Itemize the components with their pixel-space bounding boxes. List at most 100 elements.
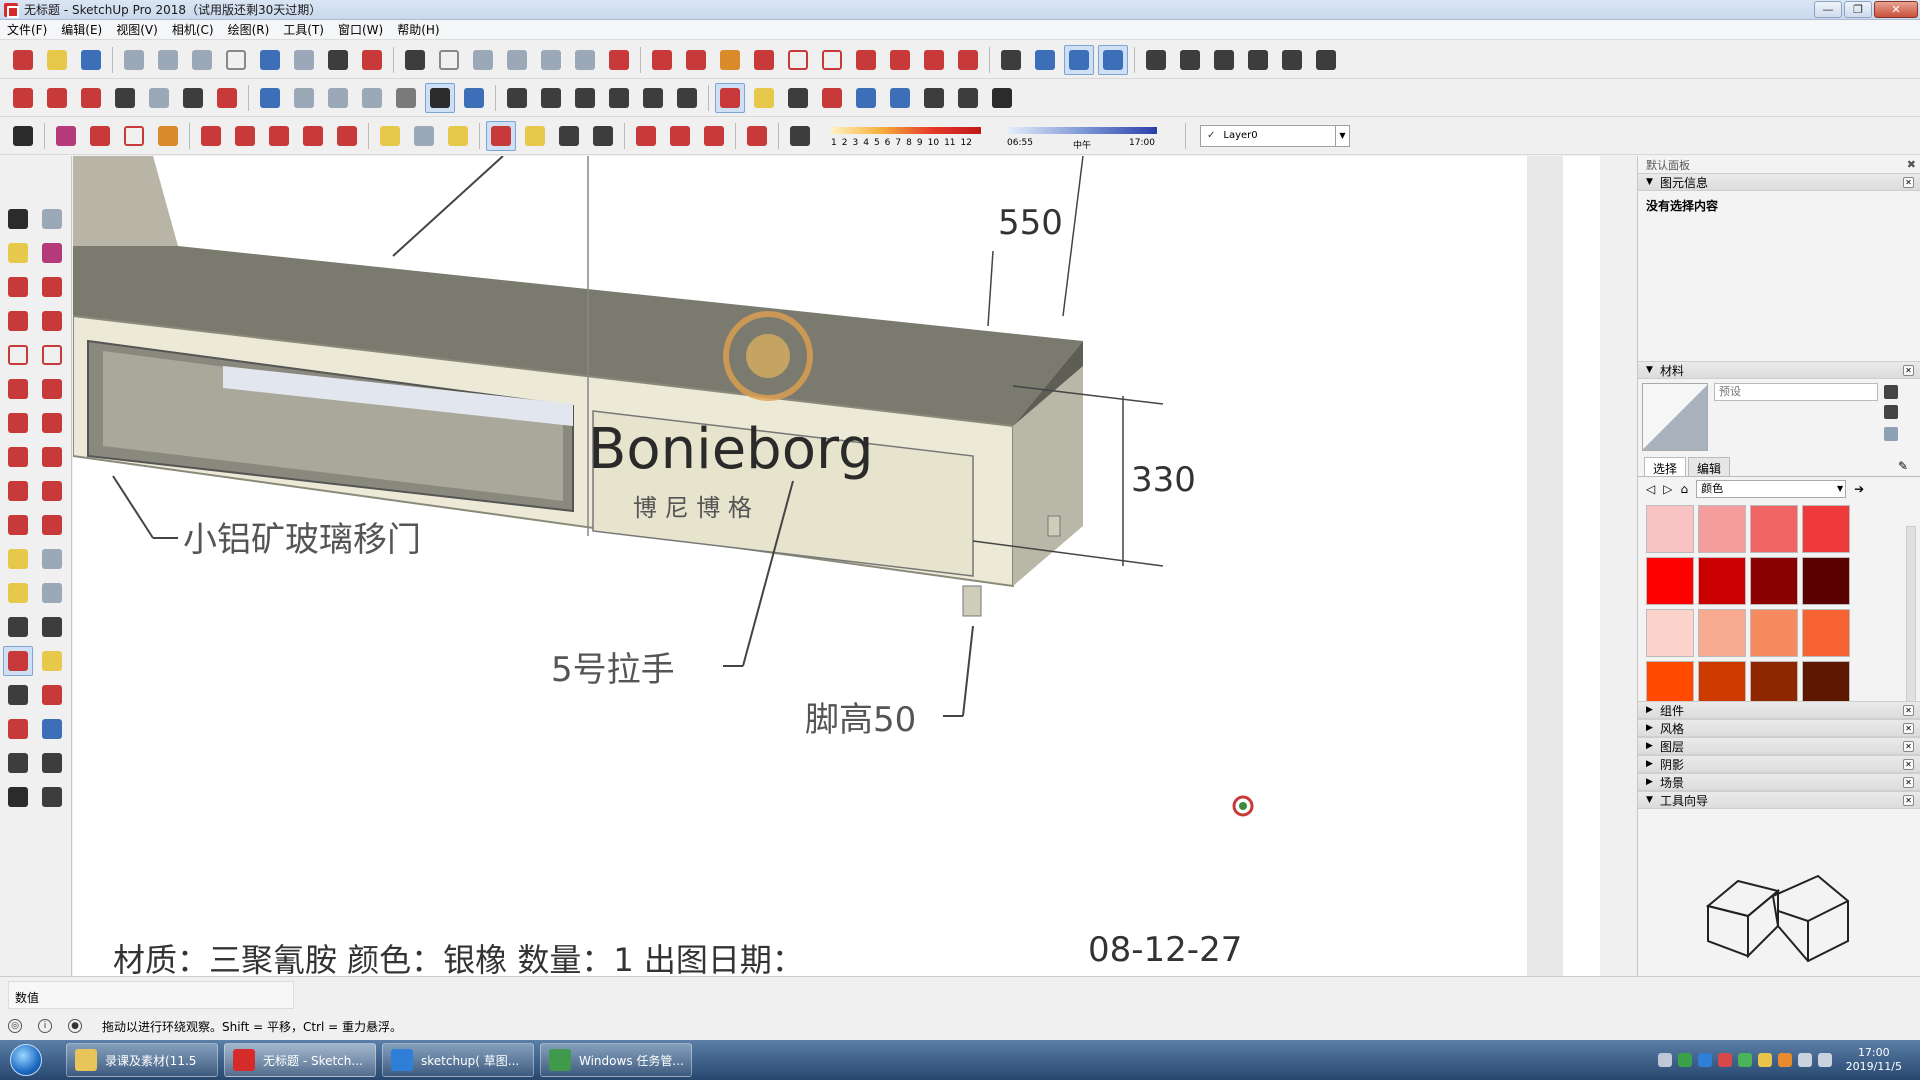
new-file-button[interactable] <box>8 45 38 75</box>
time-slider[interactable]: 06:55 中午 17:00 <box>1007 123 1167 151</box>
color-swatch[interactable] <box>1646 661 1694 701</box>
maximize-button[interactable]: ❐ <box>1844 1 1872 18</box>
position-camera-button[interactable] <box>919 83 949 113</box>
zoom-previous-tool[interactable] <box>37 714 67 744</box>
drawing-viewport[interactable]: Bonieborg 博 尼 博 格 550 330 小铝矿玻璃移门 5号拉手 脚… <box>73 156 1600 976</box>
pie-tool[interactable] <box>37 408 67 438</box>
offset-tool[interactable] <box>37 510 67 540</box>
line-tool[interactable] <box>3 272 33 302</box>
look-around-button[interactable] <box>953 83 983 113</box>
add-detail-button[interactable] <box>178 83 208 113</box>
paste-button[interactable] <box>187 45 217 75</box>
user-icon[interactable]: ● <box>68 1019 82 1033</box>
top-button[interactable] <box>536 83 566 113</box>
color-swatch[interactable] <box>1750 609 1798 657</box>
arc3-button[interactable] <box>919 45 949 75</box>
move-tool[interactable] <box>3 442 33 472</box>
taskbar-item-folder[interactable]: 录课及素材(11.5 <box>66 1043 218 1077</box>
share-button[interactable] <box>699 121 729 151</box>
pin-icon[interactable]: ✖ <box>1907 158 1916 171</box>
rectangle-tool[interactable] <box>3 306 33 336</box>
zoom-extents-tool[interactable] <box>3 714 33 744</box>
default-material-icon[interactable] <box>1884 427 1898 441</box>
zoom-extents-button[interactable] <box>851 83 881 113</box>
iso-view-button[interactable] <box>1030 45 1060 75</box>
extension-button[interactable] <box>665 121 695 151</box>
shadows-toggle-button[interactable] <box>785 121 815 151</box>
axes-tool[interactable] <box>3 612 33 642</box>
view-button-active[interactable] <box>1064 44 1094 75</box>
pan-tool[interactable] <box>37 646 67 676</box>
right-button[interactable] <box>604 83 634 113</box>
line-dropdown-button[interactable] <box>85 121 115 151</box>
arc-button[interactable] <box>851 45 881 75</box>
volume-icon[interactable] <box>1817 1053 1832 1067</box>
color-swatch[interactable] <box>1802 505 1850 553</box>
network-icon[interactable] <box>1797 1053 1812 1067</box>
close-icon[interactable]: ✕ <box>1903 704 1914 716</box>
collapsed-section-header[interactable]: ▶ 场景 ✕ <box>1638 773 1920 791</box>
rotated-rectangle-button[interactable] <box>749 45 779 75</box>
color-swatch[interactable] <box>1698 505 1746 553</box>
shape-dropdown-button[interactable] <box>153 121 183 151</box>
forward-arrow-icon[interactable]: ▷ <box>1663 482 1672 496</box>
rotated-rectangle-tool[interactable] <box>37 306 67 336</box>
zoom-extents-button[interactable] <box>588 121 618 151</box>
sandbox-button[interactable] <box>8 83 38 113</box>
walk-button[interactable] <box>987 83 1017 113</box>
circle-button[interactable] <box>783 45 813 75</box>
orbit-button[interactable] <box>715 82 745 113</box>
menu-file[interactable]: 文件(F) <box>0 21 54 38</box>
zoom-button[interactable] <box>554 121 584 151</box>
tool-button[interactable] <box>604 45 634 75</box>
erase-button[interactable] <box>221 45 251 75</box>
close-icon[interactable]: ✕ <box>1903 364 1914 376</box>
instructor-header[interactable]: ▼ 工具向导 ✕ <box>1638 791 1920 809</box>
eraser-button[interactable] <box>51 121 81 151</box>
close-icon[interactable]: ✕ <box>1903 758 1914 770</box>
arc2-tool[interactable] <box>37 374 67 404</box>
drape-button[interactable] <box>144 83 174 113</box>
details-arrow-icon[interactable]: ➔ <box>1854 482 1864 496</box>
swatch-scrollbar[interactable] <box>1906 526 1916 726</box>
position-camera-tool[interactable] <box>3 748 33 778</box>
paint-tool[interactable] <box>3 238 33 268</box>
xray-button[interactable] <box>255 83 285 113</box>
text-button[interactable] <box>409 121 439 151</box>
color-swatch[interactable] <box>1646 557 1694 605</box>
collapsed-section-header[interactable]: ▶ 图层 ✕ <box>1638 737 1920 755</box>
color-swatch[interactable] <box>1646 505 1694 553</box>
sandbox-grid-button[interactable] <box>42 83 72 113</box>
push-pull-tool[interactable] <box>37 442 67 472</box>
back-edges-button[interactable] <box>289 83 319 113</box>
tab-edit[interactable]: 编辑 <box>1688 457 1731 476</box>
camera-tool-button[interactable] <box>400 45 430 75</box>
taskbar-item-task-manager[interactable]: Windows 任务管... <box>540 1043 692 1077</box>
walk-tool[interactable] <box>3 782 33 812</box>
pan-button[interactable] <box>749 83 779 113</box>
select-button[interactable] <box>8 121 38 151</box>
color-swatch[interactable] <box>1750 557 1798 605</box>
tool-button[interactable] <box>502 45 532 75</box>
eraser-tool[interactable] <box>37 238 67 268</box>
smoove-button[interactable] <box>76 83 106 113</box>
stamp-button[interactable] <box>110 83 140 113</box>
arc2-button[interactable] <box>885 45 915 75</box>
save-button[interactable] <box>76 45 106 75</box>
freehand-tool[interactable] <box>37 272 67 302</box>
zoom-window-tool[interactable] <box>37 680 67 710</box>
paint-icon[interactable] <box>1884 405 1898 419</box>
month-slider[interactable]: 1 2 3 4 5 6 7 8 9 10 11 12 <box>831 123 991 151</box>
back-arrow-icon[interactable]: ◁ <box>1646 482 1655 496</box>
close-icon[interactable]: ✕ <box>1903 794 1914 806</box>
close-icon[interactable]: ✕ <box>1903 740 1914 752</box>
solid-tool-button[interactable] <box>1243 45 1273 75</box>
select-tool[interactable] <box>3 204 33 234</box>
menu-edit[interactable]: 编辑(E) <box>54 21 109 38</box>
rotate-button[interactable] <box>298 121 328 151</box>
eyedropper-icon[interactable]: ✎ <box>1898 459 1912 473</box>
tool-button[interactable] <box>434 45 464 75</box>
solid-tool-button[interactable] <box>1311 45 1341 75</box>
menu-help[interactable]: 帮助(H) <box>390 21 446 38</box>
text-tool[interactable] <box>37 578 67 608</box>
